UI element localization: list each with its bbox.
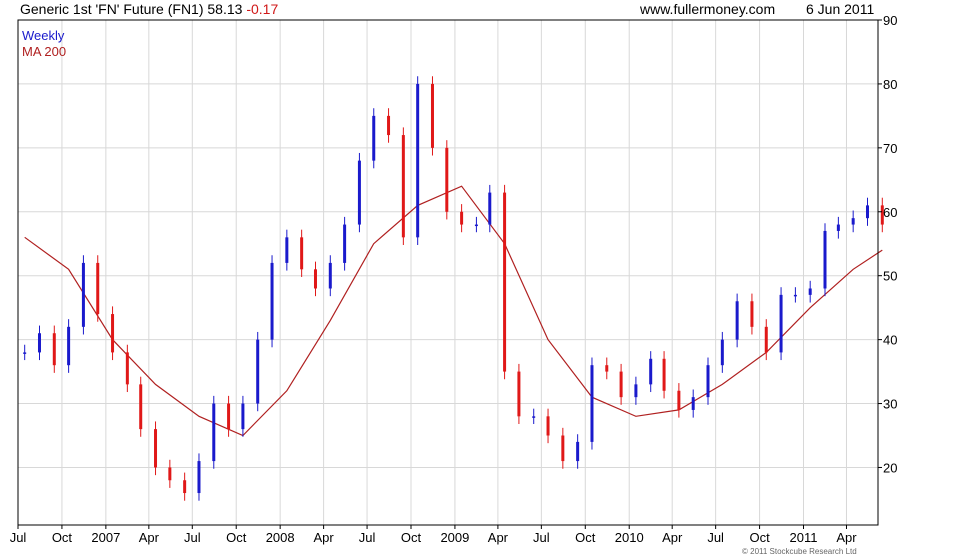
weekly-bar [227, 403, 231, 430]
weekly-bar [357, 160, 361, 225]
x-tick-label: Oct [401, 530, 422, 545]
weekly-bar [605, 365, 609, 372]
weekly-bar [488, 192, 492, 225]
weekly-bar [561, 435, 565, 462]
weekly-bar [328, 262, 332, 289]
weekly-bar [691, 397, 695, 410]
weekly-bar [793, 294, 797, 297]
y-tick-label: 70 [883, 141, 897, 156]
weekly-bar [430, 83, 434, 148]
weekly-bar [808, 288, 812, 295]
weekly-bar [52, 333, 56, 366]
y-axis: 20 30 40 50 60 70 80 90 [878, 13, 897, 475]
weekly-bar [517, 371, 521, 417]
x-tick-label: Jul [533, 530, 550, 545]
weekly-bar [81, 262, 85, 327]
x-tick-label: Apr [836, 530, 857, 545]
weekly-bar [343, 224, 347, 263]
legend-weekly: Weekly [22, 28, 65, 43]
x-tick-label: Oct [52, 530, 73, 545]
price-chart: 20 30 40 50 60 70 80 90 Jul Oct 2007 Apr Jul Oct 2008… [10, 13, 898, 556]
weekly-bar [285, 237, 289, 263]
weekly-bar [779, 294, 783, 353]
weekly-bar [532, 416, 536, 418]
weekly-bar [677, 390, 681, 410]
weekly-bar [37, 333, 41, 353]
y-tick-label: 60 [883, 205, 897, 220]
weekly-bar [634, 384, 638, 398]
weekly-bar [750, 301, 754, 327]
legend-ma-200: MA 200 [22, 44, 66, 59]
weekly-bar [401, 135, 405, 238]
weekly-bar [546, 416, 550, 436]
plot-area [18, 20, 878, 525]
x-tick-label: 2008 [266, 530, 295, 545]
y-tick-label: 90 [883, 13, 897, 28]
x-tick-label: Jul [184, 530, 201, 545]
x-tick-label: Apr [139, 530, 160, 545]
weekly-bar [865, 205, 869, 219]
x-tick-label: Oct [226, 530, 247, 545]
weekly-bar [300, 237, 304, 270]
x-tick-label: Oct [749, 530, 770, 545]
weekly-bar [241, 403, 245, 430]
y-tick-label: 80 [883, 77, 897, 92]
weekly-bar [212, 403, 216, 462]
x-tick-label: Oct [575, 530, 596, 545]
weekly-bar [445, 147, 449, 212]
weekly-bar [372, 115, 376, 161]
weekly-bar [662, 358, 666, 391]
y-tick-label: 30 [883, 397, 897, 412]
weekly-bar [460, 211, 464, 225]
x-tick-label: Apr [662, 530, 683, 545]
weekly-bar [619, 371, 623, 398]
y-tick-label: 20 [883, 460, 897, 475]
x-tick-label: Apr [313, 530, 334, 545]
weekly-bar [823, 230, 827, 289]
weekly-bar [649, 358, 653, 385]
weekly-bar [387, 115, 391, 136]
weekly-bar [836, 224, 840, 231]
weekly-bar [270, 262, 274, 340]
x-tick-label: 2009 [440, 530, 469, 545]
copyright: © 2011 Stockcube Research Ltd [742, 547, 857, 556]
weekly-bar [168, 467, 172, 481]
weekly-bar [183, 480, 187, 494]
weekly-bar [590, 365, 594, 442]
x-tick-label: Jul [359, 530, 376, 545]
weekly-bar [474, 224, 478, 227]
x-tick-label: Jul [10, 530, 27, 545]
weekly-bar [139, 384, 143, 430]
weekly-bar [96, 262, 100, 315]
weekly-bar [313, 269, 317, 289]
weekly-bar [23, 352, 27, 354]
x-tick-label: 2010 [615, 530, 644, 545]
x-axis: Jul Oct 2007 Apr Jul Oct 2008 Apr Jul Oct 2009 Apr J… [10, 525, 857, 545]
y-tick-label: 40 [883, 333, 897, 348]
x-tick-label: Apr [488, 530, 509, 545]
weekly-bar [720, 339, 724, 366]
weekly-bar [67, 326, 71, 366]
weekly-bar [851, 218, 855, 225]
weekly-bar [416, 83, 420, 238]
weekly-bar [735, 301, 739, 340]
weekly-bar [764, 326, 768, 353]
weekly-bar [503, 192, 507, 372]
weekly-bar [197, 461, 201, 494]
y-tick-label: 50 [883, 269, 897, 284]
weekly-bar [256, 339, 260, 404]
weekly-bar [154, 429, 158, 468]
weekly-bar [111, 314, 115, 353]
x-tick-label: 2007 [91, 530, 120, 545]
weekly-bar [125, 352, 129, 385]
x-tick-label: Jul [707, 530, 724, 545]
x-tick-label: 2011 [790, 530, 818, 545]
weekly-bar [706, 365, 710, 398]
weekly-bar [576, 441, 580, 462]
